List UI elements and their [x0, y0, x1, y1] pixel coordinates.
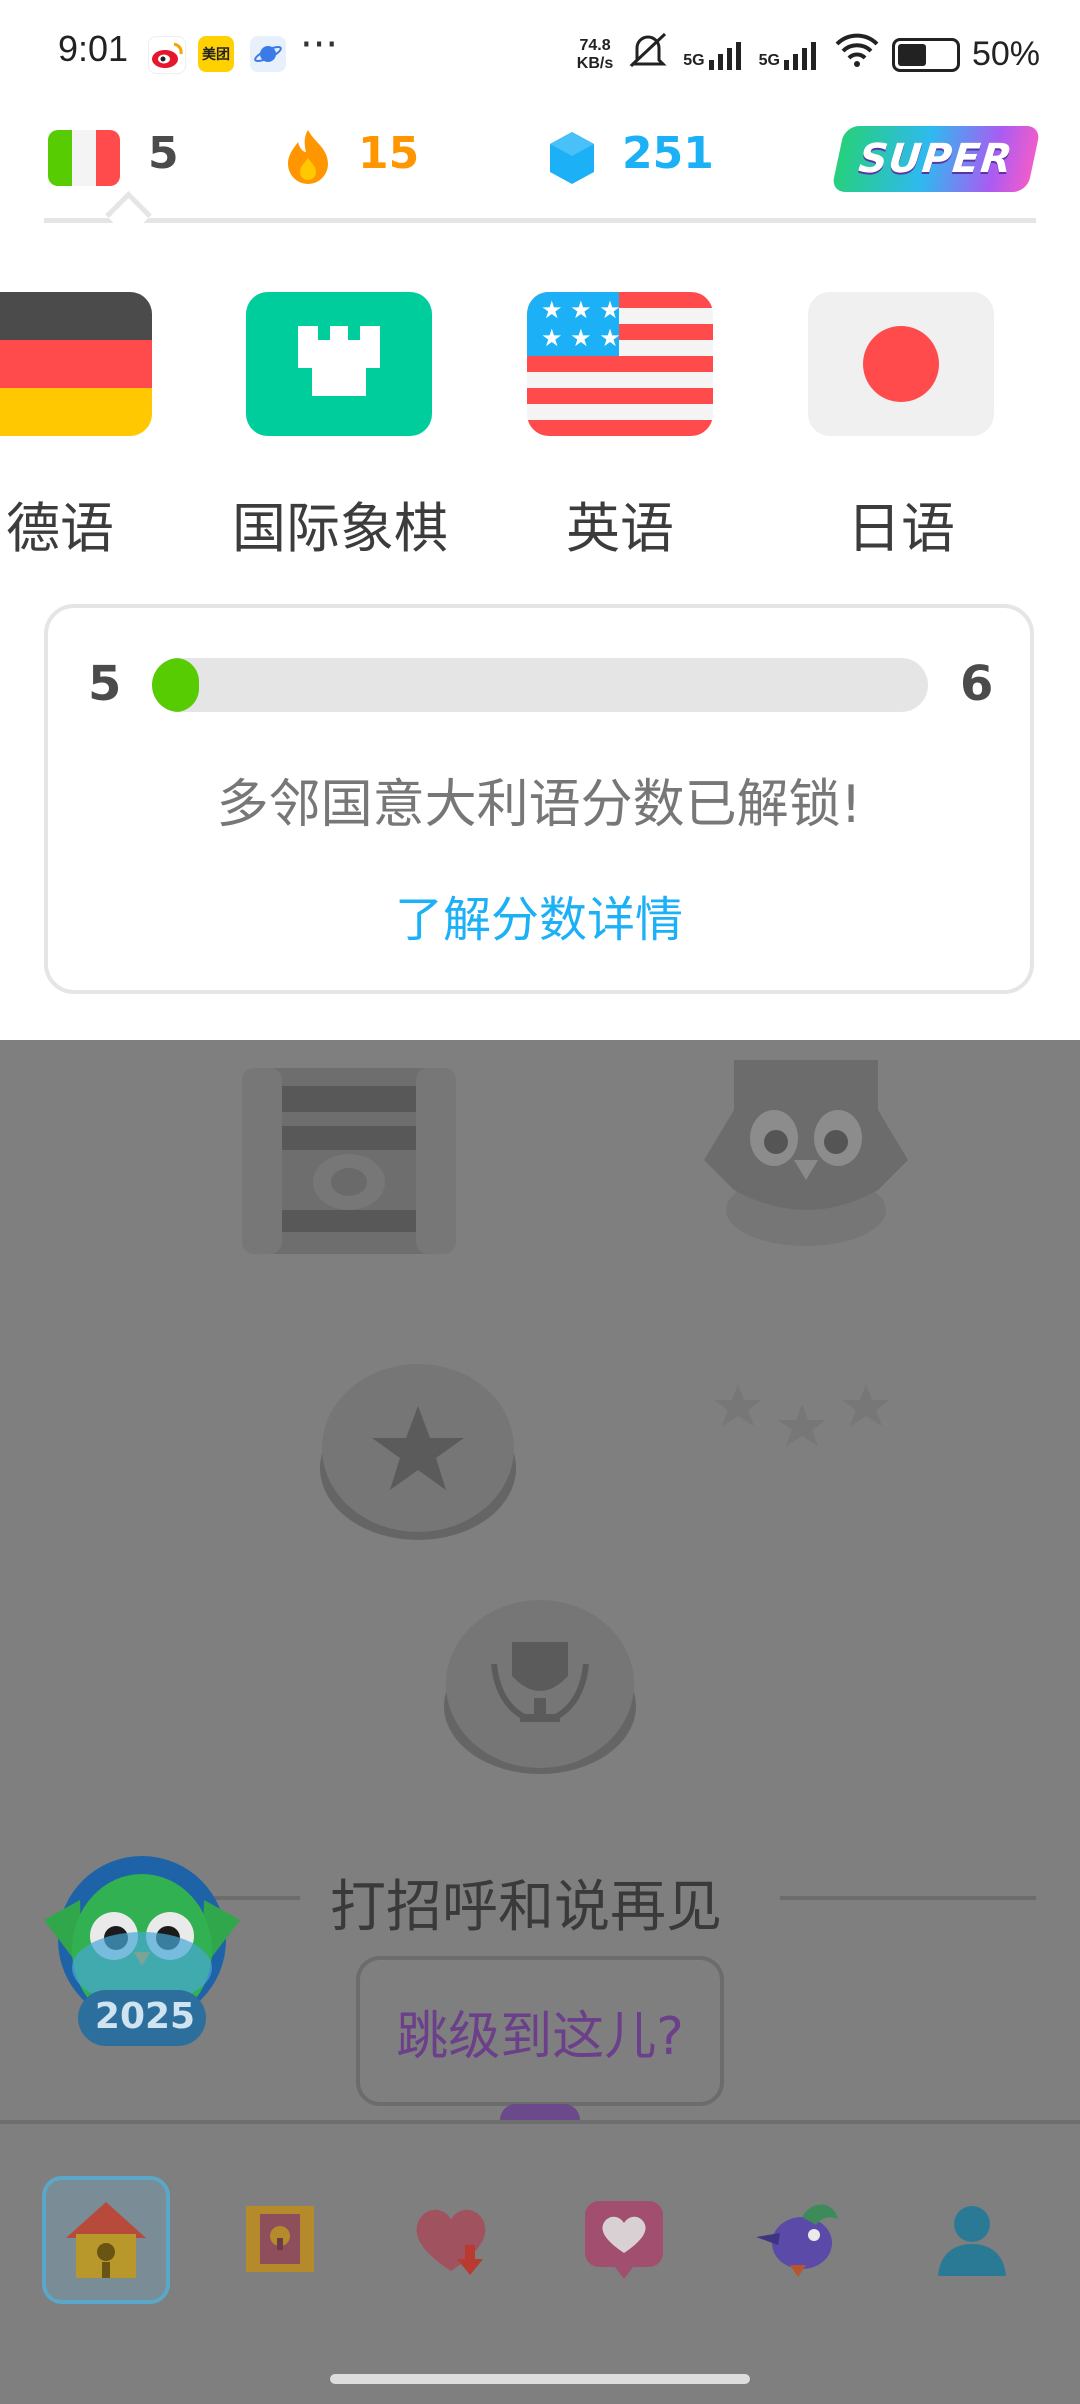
usa-flag-icon[interactable]: ★ ★ ★ ★ ★ ★ — [527, 292, 713, 436]
weibo-icon — [148, 36, 186, 74]
bird-icon — [750, 2193, 850, 2287]
germany-flag-icon[interactable] — [0, 292, 152, 436]
streak-count[interactable]: 15 — [358, 128, 419, 179]
status-time: 9:01 — [58, 28, 129, 69]
course-label-german[interactable]: 德语 — [0, 484, 190, 563]
jump-node-peek[interactable] — [500, 2104, 580, 2120]
wifi-icon — [834, 32, 880, 77]
net-speed-value: 74.8 — [579, 36, 611, 54]
language-level[interactable]: 5 — [148, 128, 179, 179]
signal-2-label: 5G — [758, 51, 780, 69]
treasure-chest-icon — [240, 2198, 320, 2282]
home-indicator[interactable] — [330, 2374, 750, 2384]
score-progress-fill — [152, 658, 199, 712]
score-progress-bar — [152, 658, 928, 712]
treasure-chest-node-icon — [238, 1060, 460, 1264]
nav-hearts-download[interactable] — [388, 2176, 516, 2304]
super-button[interactable]: SUPER — [830, 126, 1042, 192]
heart-download-icon — [407, 2193, 497, 2287]
owl-character-icon — [694, 1040, 918, 1254]
meituan-icon: 美团 — [198, 36, 234, 72]
gem-count[interactable]: 251 — [622, 128, 714, 179]
section-divider-right — [780, 1896, 1036, 1900]
streak-flame-icon[interactable] — [284, 128, 332, 190]
star-lesson-node — [318, 1360, 518, 1546]
year-badge-label: 2025 — [94, 1996, 196, 2037]
score-to: 6 — [960, 656, 994, 712]
score-details-link[interactable]: 了解分数详情 — [44, 880, 1034, 950]
header-divider — [44, 218, 1036, 223]
profile-icon — [930, 2196, 1014, 2284]
stars-decoration-icon — [710, 1382, 896, 1460]
section-title: 打招呼和说再见 — [330, 1875, 722, 1940]
heart-icon — [579, 2193, 669, 2287]
score-unlocked-message: 多邻国意大利语分数已解锁! — [216, 775, 862, 835]
jump-here-tooltip[interactable]: 跳级到这儿? — [356, 1956, 724, 2106]
svg-text:★ ★ ★: ★ ★ ★ — [541, 296, 621, 324]
mute-bell-icon — [625, 30, 671, 79]
house-icon — [58, 2190, 154, 2290]
course-label-japanese[interactable]: 日语 — [771, 484, 1031, 563]
signal-1-label: 5G — [683, 51, 705, 69]
italy-flag-icon[interactable] — [48, 130, 120, 186]
status-more-indicator: ··· — [300, 22, 339, 68]
nav-practice[interactable] — [736, 2176, 864, 2304]
gem-icon[interactable] — [548, 130, 596, 190]
nav-profile[interactable] — [908, 2176, 1036, 2304]
status-right-group: 74.8 KB/s 5G 5G 50% — [577, 30, 1040, 79]
net-speed-unit: KB/s — [576, 54, 614, 72]
nav-chest[interactable] — [216, 2176, 344, 2304]
course-label-chess[interactable]: 国际象棋 — [210, 484, 470, 563]
score-from: 5 — [88, 656, 122, 712]
nav-home[interactable] — [42, 2176, 170, 2304]
signal-1-icon: 5G — [683, 40, 746, 70]
planet-icon — [250, 36, 286, 72]
trophy-node — [442, 1594, 638, 1780]
header-divider-notch — [105, 191, 152, 238]
signal-2-icon: 5G — [759, 40, 822, 70]
battery-icon — [891, 37, 960, 72]
net-speed: 74.8 KB/s — [577, 37, 613, 73]
super-label: SUPER — [856, 136, 1016, 182]
japan-flag-icon[interactable] — [808, 292, 994, 436]
battery-percent: 50% — [971, 35, 1040, 73]
course-label-english[interactable]: 英语 — [490, 484, 750, 563]
nav-health[interactable] — [560, 2176, 688, 2304]
svg-text:★ ★ ★: ★ ★ ★ — [541, 324, 621, 352]
chess-rook-icon[interactable] — [246, 292, 432, 436]
